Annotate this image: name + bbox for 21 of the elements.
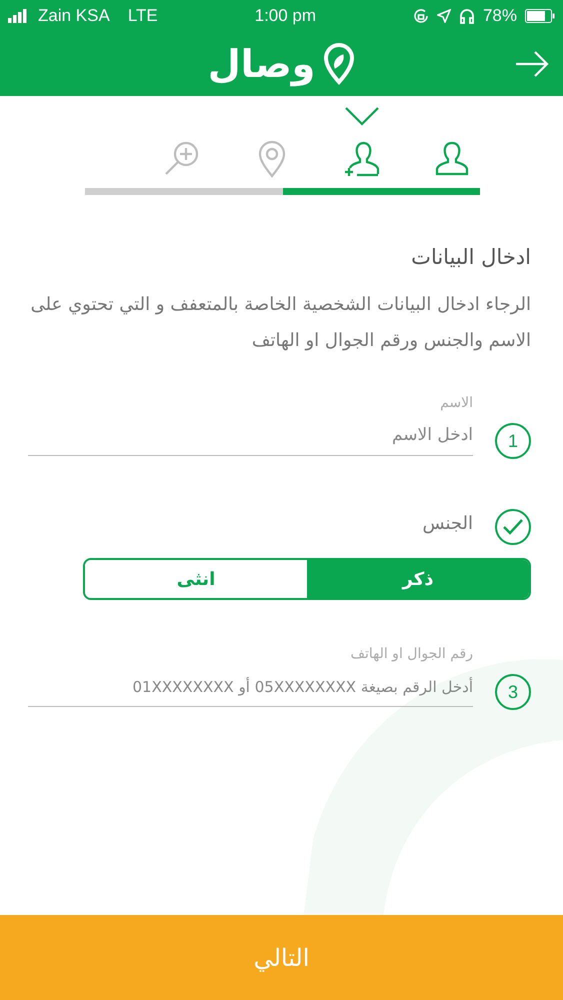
battery-icon bbox=[524, 9, 555, 23]
next-button[interactable]: التالي bbox=[0, 915, 563, 1000]
step-number-badge: 3 bbox=[495, 674, 531, 710]
location-arrow-icon bbox=[436, 9, 451, 23]
segment-option[interactable]: ذكر bbox=[307, 560, 529, 598]
field-label: الجنس bbox=[422, 512, 473, 534]
carrier-name: Zain KSA bbox=[38, 6, 110, 26]
rotation-lock-icon bbox=[412, 8, 429, 24]
input-field[interactable]: أدخل الرقم بصيغة 05XXXXXXXX أو 01XXXXXXXX bbox=[28, 668, 473, 707]
arrow-right-icon[interactable] bbox=[515, 50, 549, 78]
section-title: ادخال البيانات bbox=[410, 245, 531, 269]
field-label: رقم الجوال او الهاتف bbox=[349, 646, 473, 664]
step-number-badge: 1 bbox=[495, 423, 531, 459]
headphones-icon bbox=[458, 8, 475, 24]
network-type: LTE bbox=[128, 6, 158, 26]
leaf-pin-icon bbox=[323, 43, 356, 85]
battery-percent: 78% bbox=[482, 6, 517, 26]
status-time: 1:00 pm bbox=[254, 6, 316, 26]
instructions-text: الرجاء ادخال البيانات الشخصية الخاصة بالمتعفف و التي تحتوي على الاسم والجنس ورقم الجوال او الهاتف bbox=[30, 293, 531, 353]
field-label: الاسم bbox=[439, 395, 473, 413]
input-field[interactable]: ادخل الاسم bbox=[28, 417, 473, 456]
